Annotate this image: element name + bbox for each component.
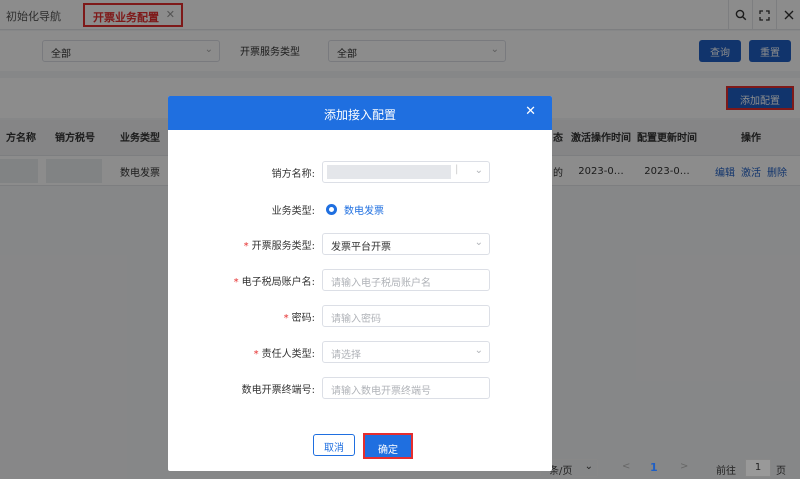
required-mark: * bbox=[243, 241, 249, 252]
current-page[interactable]: 1 bbox=[650, 461, 658, 474]
goto-label: 前往 bbox=[716, 466, 736, 477]
password-label-text: 密码: bbox=[291, 313, 315, 324]
role-type-select[interactable]: 请选择 ⌄ bbox=[322, 341, 490, 363]
redacted-seller-name bbox=[327, 165, 451, 179]
account-input[interactable]: 请输入电子税局账户名 bbox=[322, 269, 490, 291]
account-label-text: 电子税局账户名: bbox=[241, 277, 315, 288]
biz-type-option-label[interactable]: 数电发票 bbox=[344, 202, 384, 217]
chevron-down-icon: ⌄ bbox=[474, 345, 483, 356]
service-type-label: * 开票服务类型: bbox=[244, 237, 315, 252]
service-type-label-text: 开票服务类型: bbox=[251, 241, 315, 252]
chevron-down-icon: ⌄ bbox=[474, 165, 483, 176]
chevron-down-icon: ⌄ bbox=[474, 237, 483, 248]
role-type-placeholder: 请选择 bbox=[331, 350, 361, 361]
dialog-header: 添加接入配置 ✕ bbox=[168, 96, 552, 130]
dialog-close-icon[interactable]: ✕ bbox=[525, 104, 536, 119]
service-type-value: 发票平台开票 bbox=[331, 242, 391, 253]
required-mark: * bbox=[283, 313, 289, 324]
confirm-button[interactable]: 确定 bbox=[363, 433, 413, 459]
role-type-label: * 责任人类型: bbox=[254, 345, 315, 360]
terminal-label: 数电开票终端号: bbox=[241, 385, 315, 396]
seller-name-label: 销方名称: bbox=[271, 169, 315, 180]
biz-type-label: 业务类型: bbox=[271, 206, 315, 217]
required-mark: * bbox=[233, 277, 239, 288]
goto-page-input[interactable]: 1 bbox=[745, 459, 771, 477]
role-type-label-text: 责任人类型: bbox=[261, 349, 315, 360]
add-config-dialog: 添加接入配置 ✕ 销方名称: | ⌄ 业务类型: 数电发票 * 开票服务类型: 发… bbox=[168, 96, 552, 471]
page-size-label: 条/页 bbox=[549, 466, 573, 477]
required-mark: * bbox=[253, 349, 259, 360]
chevron-down-icon: ⌄ bbox=[584, 461, 593, 472]
page-suffix: 页 bbox=[776, 466, 786, 477]
pagination: 条/页 ⌄ < 1 > 前往 1 页 bbox=[540, 457, 800, 479]
cancel-button[interactable]: 取消 bbox=[313, 434, 355, 456]
biz-type-radio[interactable] bbox=[326, 204, 337, 215]
service-type-select[interactable]: 发票平台开票 ⌄ bbox=[322, 233, 490, 255]
account-label: * 电子税局账户名: bbox=[234, 273, 315, 288]
dialog-title: 添加接入配置 bbox=[323, 108, 396, 122]
seller-name-select[interactable]: | ⌄ bbox=[322, 161, 490, 183]
password-input[interactable]: 请输入密码 bbox=[322, 305, 490, 327]
terminal-input[interactable]: 请输入数电开票终端号 bbox=[322, 377, 490, 399]
prev-page-icon[interactable]: < bbox=[622, 461, 630, 472]
field-divider: | bbox=[455, 164, 459, 175]
next-page-icon[interactable]: > bbox=[680, 461, 688, 472]
password-label: * 密码: bbox=[284, 309, 315, 324]
